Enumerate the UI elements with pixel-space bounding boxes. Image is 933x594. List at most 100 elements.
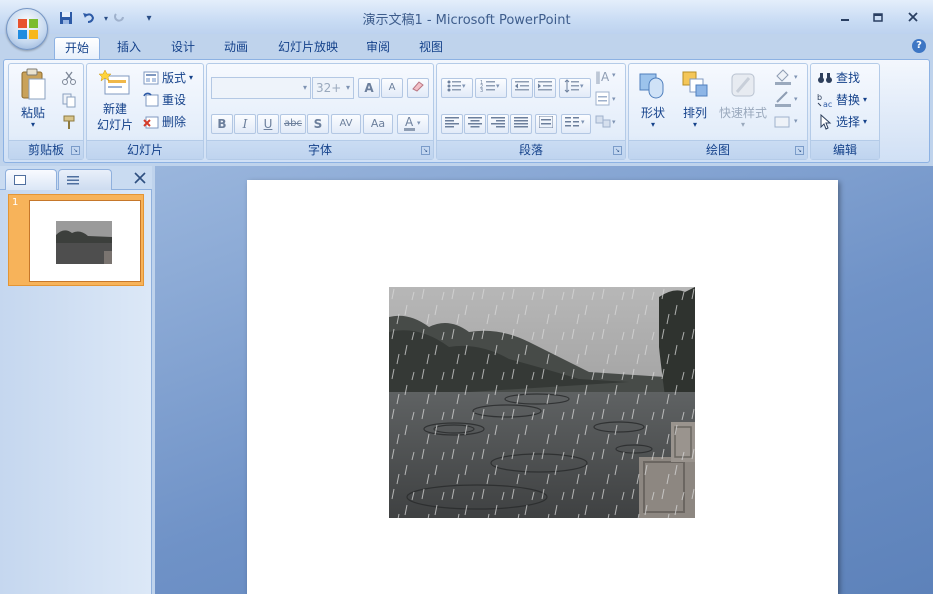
slide-picture-rainy-lake[interactable] (389, 287, 695, 518)
tab-animations[interactable]: 动画 (213, 37, 259, 59)
paragraph-launcher-icon[interactable]: ↘ (613, 146, 622, 155)
font-group: ▾ 32+ ▾ A A B I U abc S AV Aa A ▾ 字体 ↘ (206, 63, 434, 160)
shrink-font-button[interactable]: A (381, 78, 403, 98)
distributed-icon[interactable] (535, 114, 557, 134)
delete-slide-button[interactable]: 删除 (143, 112, 186, 132)
change-case-button[interactable]: Aa (363, 114, 393, 134)
increase-indent-icon[interactable] (534, 78, 556, 98)
align-text-icon[interactable]: ▾ (595, 90, 619, 111)
font-size-dropdown-icon: ▾ (345, 83, 350, 92)
decrease-indent-icon[interactable] (511, 78, 533, 98)
shapes-button[interactable]: 形状 ▾ (633, 68, 673, 129)
font-color-icon: A ▾ (404, 115, 421, 131)
quick-styles-button[interactable]: 快速样式 ▾ (717, 68, 769, 129)
paste-dropdown-icon[interactable]: ▾ (15, 121, 51, 129)
tab-slide-show[interactable]: 幻灯片放映 (270, 37, 346, 59)
bold-button[interactable]: B (211, 114, 233, 134)
tab-design[interactable]: 设计 (160, 37, 206, 59)
drawing-group: 形状 ▾ 排列 ▾ 快速样式 ▾ ▾ ▾ ▾ 绘图 ↘ (628, 63, 808, 160)
slide-thumbnail[interactable] (29, 200, 141, 282)
tab-insert[interactable]: 插入 (106, 37, 152, 59)
svg-text:ac: ac (823, 100, 832, 108)
new-slide-button[interactable]: 新建 幻灯片 (91, 68, 139, 133)
font-size-combo[interactable]: 32+ ▾ (312, 77, 354, 99)
align-left-icon[interactable] (441, 114, 463, 134)
svg-text:▾: ▾ (612, 71, 616, 79)
line-spacing-icon[interactable]: ▾ (559, 78, 591, 98)
window-title: 演示文稿1 - Microsoft PowerPoint (362, 13, 571, 28)
text-shadow-button[interactable]: S (307, 114, 329, 134)
reset-label: 重设 (162, 93, 187, 107)
arrange-button[interactable]: 排列 ▾ (675, 68, 715, 129)
binoculars-icon (818, 73, 832, 83)
current-slide[interactable] (247, 180, 838, 594)
arrange-dropdown-icon: ▾ (692, 120, 697, 129)
bullets-button[interactable]: ▾ (441, 78, 473, 98)
svg-text:▾: ▾ (794, 117, 798, 125)
restore-button[interactable] (863, 8, 893, 26)
office-button[interactable] (6, 8, 48, 50)
find-label: 查找 (836, 71, 861, 85)
justify-icon[interactable] (510, 114, 532, 134)
ribbon-tab-bar: 开始 插入 设计 动画 幻灯片放映 审阅 视图 ? (0, 34, 933, 59)
align-right-icon[interactable] (487, 114, 509, 134)
reset-button[interactable]: 重设 (143, 90, 186, 110)
tab-home[interactable]: 开始 (54, 37, 100, 59)
svg-text:▾: ▾ (612, 118, 616, 126)
slide-thumbnail-selected[interactable]: 1 (8, 194, 144, 286)
svg-text:▾: ▾ (794, 73, 798, 81)
select-dropdown-icon: ▾ (863, 117, 868, 126)
slide-editing-area (155, 166, 933, 594)
columns-icon[interactable]: ▾ (561, 114, 591, 134)
svg-text:3: 3 (480, 88, 483, 93)
layout-icon (143, 71, 159, 85)
grow-font-button[interactable]: A (358, 78, 380, 98)
copy-icon[interactable] (61, 92, 77, 111)
font-launcher-icon[interactable]: ↘ (421, 146, 430, 155)
clear-formatting-icon[interactable] (407, 78, 429, 98)
close-pane-icon[interactable] (134, 169, 146, 188)
clipboard-group: 粘贴 ▾ 剪贴板 ↘ (8, 63, 84, 160)
shape-fill-icon[interactable]: ▾ (773, 68, 803, 89)
format-painter-icon[interactable] (61, 114, 77, 133)
smartart-icon[interactable]: ▾ (595, 112, 619, 133)
font-name-dropdown-icon: ▾ (302, 83, 307, 92)
underline-button[interactable]: U (257, 114, 279, 134)
shape-effects-icon[interactable]: ▾ (773, 112, 803, 133)
font-name-combo[interactable]: ▾ (211, 77, 311, 99)
replace-button[interactable]: b ac 替换 ▾ (817, 90, 867, 110)
paste-button[interactable]: 粘贴 ▾ (15, 68, 51, 129)
svg-text:A: A (405, 115, 414, 129)
shape-outline-icon[interactable]: ▾ (773, 90, 803, 111)
align-center-icon[interactable] (464, 114, 486, 134)
strikethrough-button[interactable]: abc (280, 114, 306, 134)
clipboard-launcher-icon[interactable]: ↘ (71, 146, 80, 155)
paragraph-group: ▾ 1 2 3 ▾ ▾ ‖A ▾ ▾ ▾ ▾ 段落 ↘ (436, 63, 626, 160)
tab-review[interactable]: 审阅 (355, 37, 401, 59)
help-icon[interactable]: ? (912, 39, 926, 53)
select-button[interactable]: 选择 ▾ (817, 112, 867, 132)
quick-styles-dropdown-icon: ▾ (740, 120, 745, 129)
tab-outline-view[interactable] (58, 169, 112, 190)
select-label: 选择 (836, 115, 861, 129)
text-direction-icon[interactable]: ‖A ▾ (595, 68, 619, 89)
numbering-button[interactable]: 1 2 3 ▾ (475, 78, 507, 98)
shapes-label: 形状 (640, 106, 665, 120)
replace-dropdown-icon: ▾ (863, 95, 868, 104)
slides-group-label: 幻灯片 (87, 140, 203, 159)
tab-slides-view[interactable] (5, 169, 57, 190)
outline-icon (67, 176, 79, 185)
find-button[interactable]: 查找 (817, 68, 860, 88)
minimize-button[interactable] (830, 8, 860, 26)
replace-icon: bac (817, 93, 832, 108)
svg-text:▾: ▾ (580, 82, 584, 90)
cut-icon[interactable] (61, 70, 77, 89)
layout-button[interactable]: 版式 ▾ (143, 68, 193, 88)
character-spacing-button[interactable]: AV (331, 114, 361, 134)
drawing-launcher-icon[interactable]: ↘ (795, 146, 804, 155)
tab-view[interactable]: 视图 (408, 37, 454, 59)
font-color-button[interactable]: A ▾ (397, 114, 429, 134)
office-logo-icon (18, 19, 38, 39)
close-button[interactable] (898, 8, 928, 26)
italic-button[interactable]: I (234, 114, 256, 134)
